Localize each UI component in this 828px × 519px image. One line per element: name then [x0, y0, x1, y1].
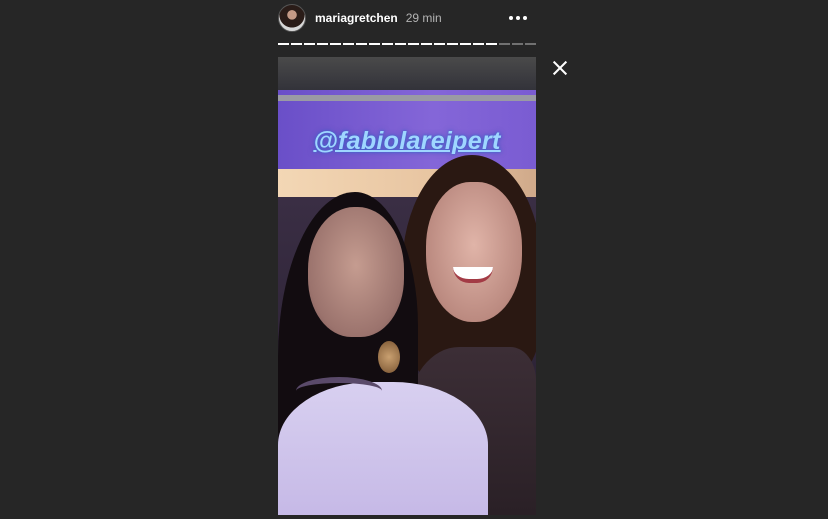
person-right-face — [426, 182, 522, 322]
progress-segment — [499, 43, 510, 45]
progress-segment — [317, 43, 328, 45]
more-options-icon[interactable] — [504, 7, 532, 29]
person-left-collar — [296, 377, 382, 405]
progress-segment — [382, 43, 393, 45]
progress-segment — [291, 43, 302, 45]
mention-sticker[interactable]: @fabiolareipert — [278, 127, 536, 156]
person-left-face — [308, 207, 404, 337]
progress-segment — [512, 43, 523, 45]
progress-segment — [473, 43, 484, 45]
progress-segment — [343, 43, 354, 45]
post-time: 29 min — [405, 11, 442, 25]
progress-segment — [304, 43, 315, 45]
progress-segment — [330, 43, 341, 45]
progress-segment — [447, 43, 458, 45]
avatar[interactable] — [278, 4, 306, 32]
progress-segment — [434, 43, 445, 45]
story-progress-bar — [278, 43, 536, 45]
username[interactable]: mariagretchen — [315, 11, 398, 25]
earring — [378, 341, 400, 373]
progress-segment — [369, 43, 380, 45]
progress-segment — [395, 43, 406, 45]
story-media[interactable]: @fabiolareipert — [278, 57, 536, 515]
progress-segment — [421, 43, 432, 45]
close-icon[interactable] — [549, 57, 571, 79]
progress-segment — [525, 43, 536, 45]
person-left-shirt — [278, 382, 488, 515]
progress-segment — [486, 43, 497, 45]
progress-segment — [356, 43, 367, 45]
progress-segment — [278, 43, 289, 45]
story-header: mariagretchen 29 min — [278, 3, 536, 33]
photo-railing — [278, 95, 536, 101]
progress-segment — [408, 43, 419, 45]
progress-segment — [460, 43, 471, 45]
